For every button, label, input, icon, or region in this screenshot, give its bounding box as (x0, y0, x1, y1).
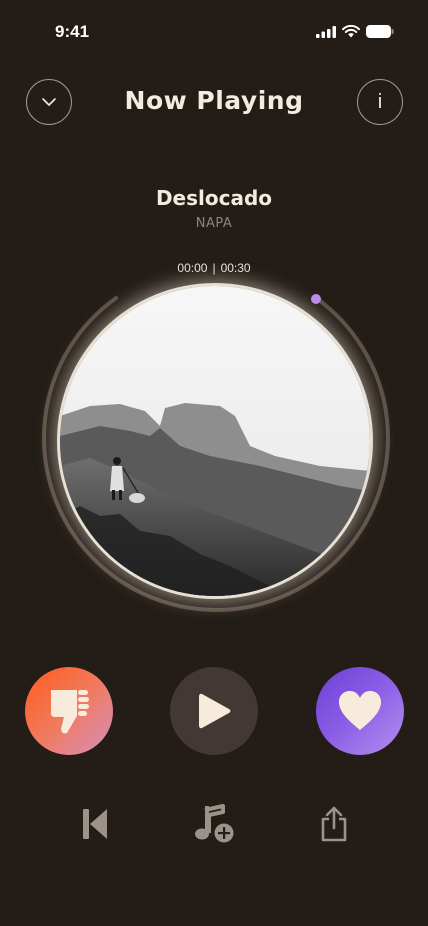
battery-icon (366, 25, 394, 38)
info-button[interactable]: i (357, 79, 403, 125)
album-art (60, 286, 370, 596)
share-button[interactable] (312, 802, 356, 846)
add-to-playlist-button[interactable] (192, 802, 236, 846)
skip-back-icon (83, 809, 107, 839)
play-icon (199, 693, 231, 729)
progress-handle[interactable] (311, 294, 321, 304)
status-bar: 9:41 (0, 0, 428, 60)
cellular-signal-icon (316, 25, 336, 38)
like-button[interactable] (316, 667, 404, 755)
total-duration: 00:30 (220, 261, 251, 275)
play-button[interactable] (170, 667, 258, 755)
track-artist: NAPA (195, 216, 233, 231)
elapsed-time: 00:00 (177, 261, 208, 275)
thumbs-down-icon (50, 690, 89, 734)
time-readout: 00:00 | 00:30 (0, 261, 428, 275)
dislike-button[interactable] (25, 667, 113, 755)
time-separator: | (212, 261, 216, 275)
status-time: 9:41 (55, 22, 90, 41)
status-icons (316, 25, 394, 38)
music-note-plus-icon (195, 804, 234, 843)
track-title: Deslocado (155, 186, 273, 210)
info-icon: i (377, 90, 383, 113)
share-icon (321, 806, 347, 842)
previous-button[interactable] (73, 802, 117, 846)
heart-icon (339, 691, 381, 730)
wifi-icon (342, 25, 360, 38)
album-art-image (60, 286, 370, 596)
